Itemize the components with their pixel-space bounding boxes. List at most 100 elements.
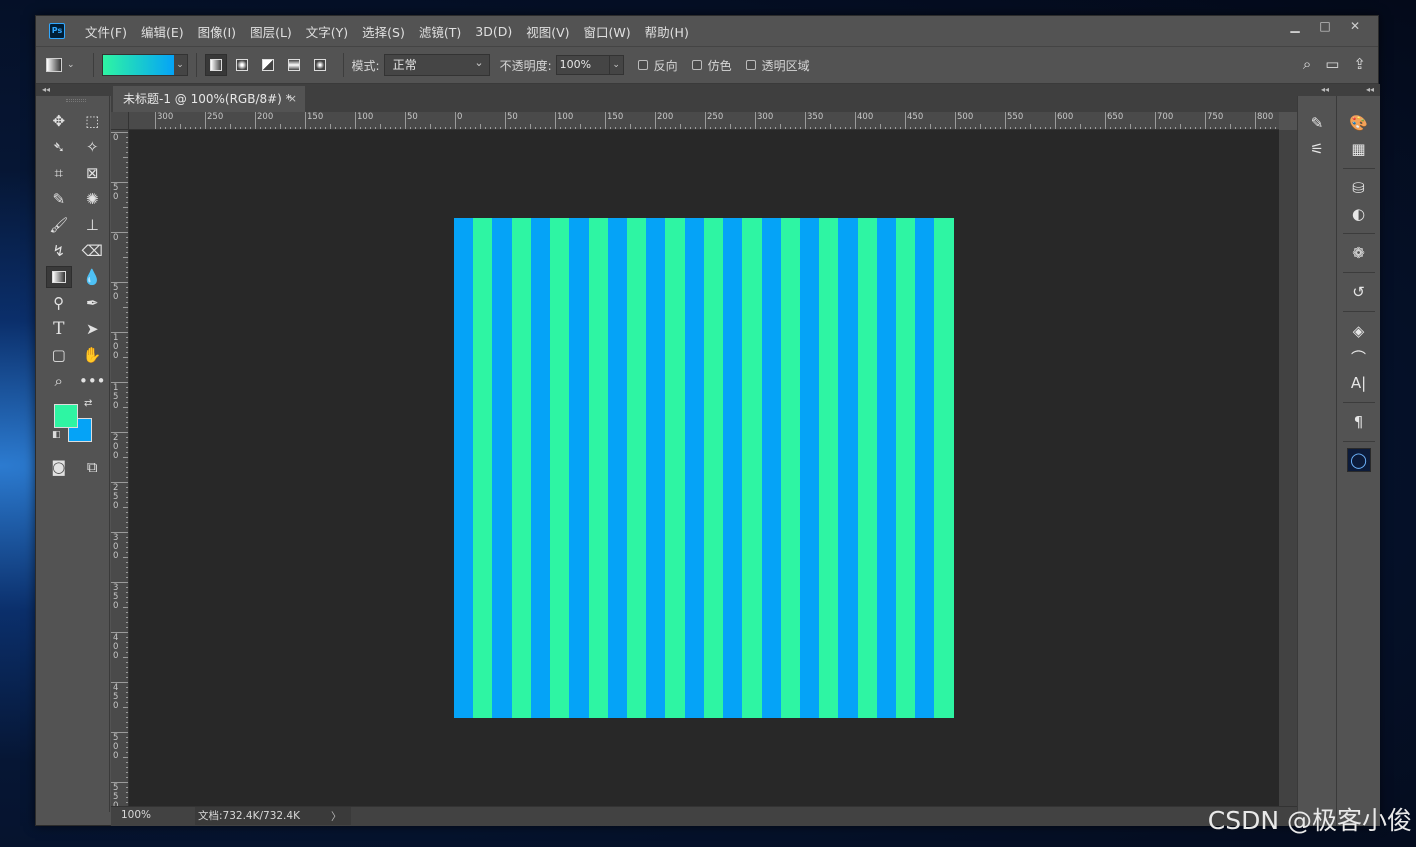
checkbox-icon[interactable] (691, 60, 702, 70)
crop-tool-icon[interactable]: ⌗ (46, 162, 72, 184)
ruler-label: 350 (807, 112, 824, 122)
menu-view[interactable]: 视图(V) (526, 22, 569, 41)
ruler-tick (705, 112, 706, 129)
brush-settings-icon[interactable]: ✎ (1302, 110, 1332, 136)
close-tab-icon[interactable]: × (288, 86, 297, 112)
adjustments-icon[interactable]: ◐ (1344, 201, 1374, 227)
transparency-checkbox[interactable]: 透明区域 (745, 57, 810, 74)
menu-3d[interactable]: 3D(D) (475, 24, 512, 39)
transparency-label: 透明区域 (761, 58, 810, 73)
layers-icon[interactable]: ◈ (1344, 318, 1374, 344)
gradient-tool-preset-icon[interactable] (46, 58, 62, 72)
menu-window[interactable]: 窗口(W) (584, 22, 631, 41)
dodge-tool-icon[interactable]: ⚲ (46, 292, 72, 314)
canvas-stripe (473, 218, 493, 718)
vertical-scrollbar[interactable] (1279, 130, 1297, 806)
canvas-workspace[interactable] (129, 130, 1279, 806)
frame-tool-icon[interactable]: ⊠ (79, 162, 105, 184)
default-colors-icon[interactable]: ◧ (52, 430, 61, 440)
marquee-tool-icon[interactable]: ⬚ (79, 110, 105, 132)
document-tab[interactable]: 未标题-1 @ 100%(RGB/8#) * × (113, 86, 305, 112)
angle-gradient-button[interactable] (257, 54, 279, 76)
share-icon[interactable]: ⇪ (1353, 55, 1366, 73)
toolbar-grip[interactable] (65, 99, 86, 102)
maximize-button[interactable]: □ (1310, 16, 1340, 36)
search-icon[interactable]: ⌕ (1303, 55, 1311, 73)
gradient-swatch[interactable] (102, 55, 174, 75)
diamond-gradient-button[interactable] (309, 54, 331, 76)
menu-image[interactable]: 图像(I) (198, 22, 236, 41)
history-brush-tool-icon[interactable]: ↯ (46, 240, 72, 262)
divider (1342, 168, 1375, 169)
blur-tool-icon[interactable]: 💧 (79, 266, 105, 288)
zoom-tool-icon[interactable]: ⌕ (46, 370, 72, 392)
panel-collapse[interactable]: ◂◂ (1337, 84, 1380, 96)
checkbox-icon[interactable] (745, 60, 756, 70)
linear-gradient-button[interactable] (204, 54, 227, 76)
menu-edit[interactable]: 编辑(E) (141, 22, 184, 41)
document-canvas[interactable] (454, 218, 954, 718)
screen-mode-icon[interactable]: ⧉ (79, 456, 105, 478)
magic-wand-tool-icon[interactable]: ✧ (79, 136, 105, 158)
menu-type[interactable]: 文字(Y) (306, 22, 348, 41)
type-tool-icon[interactable]: T (46, 318, 72, 340)
horizontal-ruler[interactable]: 300 250 200 150 100 50 0 50 100 150 200 250 300 350 40… (129, 112, 1279, 130)
document-info[interactable]: 文档:732.4K/732.4K (195, 807, 351, 825)
gradient-picker[interactable]: ⌄ (101, 54, 188, 76)
stamp-tool-icon[interactable]: ⊥ (79, 214, 105, 236)
brush-tool-icon[interactable]: 🖌 (46, 214, 72, 236)
swap-colors-icon[interactable]: ⇄ (84, 398, 92, 409)
menu-file[interactable]: 文件(F) (85, 22, 127, 41)
quick-mask-icon[interactable]: ◙ (46, 456, 72, 478)
eyedropper-tool-icon[interactable]: ✎ (46, 188, 72, 210)
menu-select[interactable]: 选择(S) (362, 22, 405, 41)
foreground-color-swatch[interactable] (54, 404, 78, 428)
status-menu-arrow-icon[interactable]: 〉 (331, 809, 342, 824)
reverse-checkbox[interactable]: 反向 (637, 57, 678, 74)
workspace-icon[interactable]: ▭ (1325, 55, 1339, 73)
menu-layer[interactable]: 图层(L) (250, 22, 292, 41)
paths-icon[interactable]: ⌒ (1344, 344, 1374, 370)
opacity-input[interactable]: 100% (555, 55, 610, 75)
plugin-circle-icon[interactable]: ◯ (1346, 448, 1371, 472)
channels-icon[interactable]: ❁ (1344, 240, 1374, 266)
canvas-stripe (550, 218, 570, 718)
pen-tool-icon[interactable]: ✒ (79, 292, 105, 314)
ruler-tick (855, 112, 856, 129)
vertical-ruler[interactable]: 0 50 0 50 100 150 200 250 300 350 400 450 500 550 (111, 130, 129, 806)
spot-healing-tool-icon[interactable]: ✺ (79, 188, 105, 210)
reflected-gradient-button[interactable] (283, 54, 305, 76)
more-tools-icon[interactable]: ••• (79, 370, 106, 392)
checkbox-icon[interactable] (637, 60, 648, 70)
toolbar-collapse[interactable]: ◂◂ (36, 84, 111, 96)
menu-help[interactable]: 帮助(H) (645, 22, 689, 41)
move-tool-icon[interactable]: ✥ (46, 110, 72, 132)
close-button[interactable]: ✕ (1340, 16, 1370, 36)
libraries-icon[interactable]: ⛁ (1344, 175, 1374, 201)
mode-select[interactable]: 正常 (383, 53, 490, 76)
gradient-tool-icon[interactable] (45, 266, 72, 288)
zoom-level[interactable]: 100% (121, 809, 151, 821)
history-icon[interactable]: ↺ (1344, 279, 1374, 305)
hand-tool-icon[interactable]: ✋ (79, 344, 105, 366)
paragraph-icon[interactable]: ¶ (1344, 409, 1374, 435)
minimize-button[interactable]: ▁ (1280, 16, 1310, 36)
eraser-tool-icon[interactable]: ⌫ (79, 240, 105, 262)
shape-tool-icon[interactable]: ▢ (46, 344, 72, 366)
dither-checkbox[interactable]: 仿色 (691, 57, 732, 74)
ruler-label: 500 (113, 733, 119, 761)
character-icon[interactable]: A| (1344, 370, 1374, 396)
chevron-down-icon[interactable]: ⌄ (609, 55, 624, 75)
ruler-label: 0 (113, 133, 119, 143)
color-palette-icon[interactable]: 🎨 (1344, 110, 1374, 136)
ruler-origin[interactable] (111, 112, 129, 130)
panel-collapse[interactable]: ◂◂ (1297, 84, 1337, 96)
radial-gradient-button[interactable] (231, 54, 253, 76)
chevron-down-icon[interactable]: ⌄ (67, 60, 75, 70)
chevron-down-icon[interactable]: ⌄ (173, 55, 187, 75)
swatches-grid-icon[interactable]: ▦ (1344, 136, 1374, 162)
path-selection-tool-icon[interactable]: ➤ (79, 318, 105, 340)
lasso-tool-icon[interactable]: ➴ (46, 136, 72, 158)
menu-filter[interactable]: 滤镜(T) (419, 22, 461, 41)
brush-presets-icon[interactable]: ⚟ (1302, 136, 1332, 162)
